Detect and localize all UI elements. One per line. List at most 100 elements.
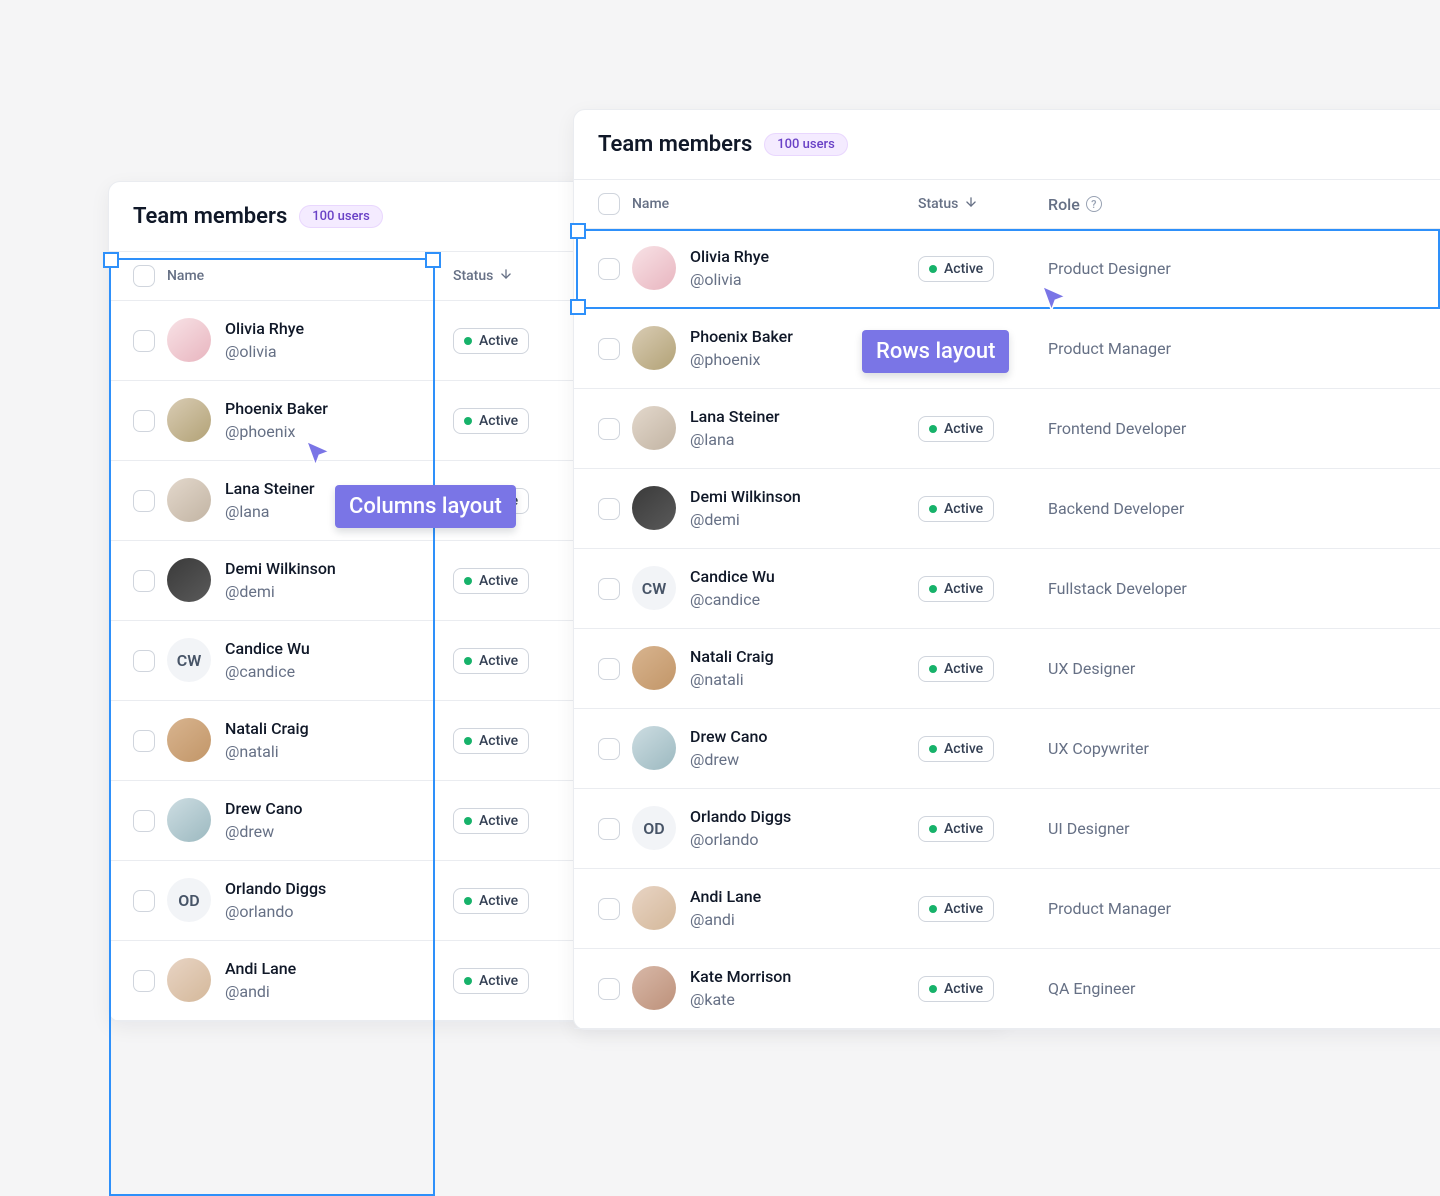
avatar <box>167 798 211 842</box>
status-label: Active <box>944 821 983 837</box>
column-status[interactable]: Status <box>918 195 1048 213</box>
row-checkbox[interactable] <box>598 738 620 760</box>
cell-name: Olivia Rhye@olivia <box>167 317 453 363</box>
row-checkbox-cell <box>598 258 632 280</box>
row-checkbox[interactable] <box>133 970 155 992</box>
row-checkbox[interactable] <box>598 418 620 440</box>
row-checkbox[interactable] <box>133 410 155 432</box>
user-name: Demi Wilkinson <box>225 557 336 581</box>
row-checkbox[interactable] <box>133 650 155 672</box>
table-row[interactable]: Drew Cano@drewActiveUX Copywriter <box>574 709 1440 789</box>
cell-name: ODOrlando Diggs@orlando <box>632 805 918 851</box>
avatar <box>632 326 676 370</box>
status-badge: Active <box>918 256 994 282</box>
table-row[interactable]: Andi Lane@andiActiveProduct Manager <box>574 869 1440 949</box>
row-checkbox[interactable] <box>598 898 620 920</box>
row-checkbox-cell <box>598 818 632 840</box>
table-row[interactable]: Kate Morrison@kateActiveQA Engineer <box>574 949 1440 1029</box>
status-badge: Active <box>918 816 994 842</box>
status-badge: Active <box>918 896 994 922</box>
row-checkbox[interactable] <box>133 490 155 512</box>
row-checkbox[interactable] <box>598 978 620 1000</box>
name-stack: Andi Lane@andi <box>225 957 296 1003</box>
arrow-down-icon <box>499 267 513 285</box>
user-handle: @orlando <box>690 829 791 851</box>
cursor-icon <box>1039 284 1069 314</box>
column-status-label: Status <box>918 196 958 212</box>
table-row[interactable]: Olivia Rhye@oliviaActiveProduct Designer <box>574 229 1440 309</box>
table-row[interactable]: Demi Wilkinson@demiActiveBackend Develop… <box>574 469 1440 549</box>
select-all-checkbox[interactable] <box>598 193 620 215</box>
status-badge: Active <box>918 416 994 442</box>
status-label: Active <box>944 981 983 997</box>
row-checkbox-cell <box>598 498 632 520</box>
cell-role: Product Manager <box>1048 339 1248 358</box>
row-checkbox[interactable] <box>133 810 155 832</box>
row-checkbox-cell <box>133 810 167 832</box>
row-checkbox[interactable] <box>598 258 620 280</box>
table-row[interactable]: CWCandice Wu@candiceActiveFullstack Deve… <box>574 549 1440 629</box>
status-badge: Active <box>918 736 994 762</box>
user-handle: @kate <box>690 989 791 1011</box>
row-checkbox[interactable] <box>598 658 620 680</box>
user-name: Natali Craig <box>225 717 309 741</box>
status-label: Active <box>944 661 983 677</box>
user-name: Olivia Rhye <box>225 317 304 341</box>
header-checkbox-cell <box>133 265 167 287</box>
select-all-checkbox[interactable] <box>133 265 155 287</box>
avatar <box>632 406 676 450</box>
avatar <box>167 318 211 362</box>
row-checkbox[interactable] <box>598 498 620 520</box>
column-name[interactable]: Name <box>632 196 918 212</box>
cell-name: Demi Wilkinson@demi <box>632 485 918 531</box>
avatar <box>632 726 676 770</box>
status-dot-icon <box>929 585 937 593</box>
avatar <box>632 646 676 690</box>
name-stack: Natali Craig@natali <box>225 717 309 763</box>
row-checkbox[interactable] <box>598 818 620 840</box>
status-badge: Active <box>453 568 529 594</box>
avatar <box>167 398 211 442</box>
name-stack: Olivia Rhye@olivia <box>225 317 304 363</box>
row-checkbox[interactable] <box>133 330 155 352</box>
status-label: Active <box>479 573 518 589</box>
column-name[interactable]: Name <box>167 268 453 284</box>
row-checkbox[interactable] <box>598 338 620 360</box>
user-handle: @demi <box>690 509 801 531</box>
status-badge: Active <box>918 656 994 682</box>
avatar <box>167 958 211 1002</box>
user-handle: @lana <box>225 501 315 523</box>
row-checkbox[interactable] <box>133 730 155 752</box>
status-label: Active <box>479 733 518 749</box>
row-checkbox[interactable] <box>133 890 155 912</box>
table-row[interactable]: Lana Steiner@lanaActiveFrontend Develope… <box>574 389 1440 469</box>
name-stack: Phoenix Baker@phoenix <box>225 397 328 443</box>
table-row[interactable]: Natali Craig@nataliActiveUX Designer <box>574 629 1440 709</box>
status-dot-icon <box>929 665 937 673</box>
status-label: Active <box>944 741 983 757</box>
table-row[interactable]: ODOrlando Diggs@orlandoActiveUI Designer <box>574 789 1440 869</box>
column-role[interactable]: Role ? <box>1048 195 1248 214</box>
user-count-badge: 100 users <box>299 205 383 228</box>
status-label: Active <box>479 653 518 669</box>
cell-role: Backend Developer <box>1048 499 1248 518</box>
status-badge: Active <box>453 888 529 914</box>
status-dot-icon <box>929 985 937 993</box>
user-handle: @olivia <box>690 269 769 291</box>
user-name: Orlando Diggs <box>225 877 326 901</box>
status-dot-icon <box>464 337 472 345</box>
help-icon[interactable]: ? <box>1086 196 1102 212</box>
cell-role: Fullstack Developer <box>1048 579 1248 598</box>
annotation-rows: Rows layout <box>862 330 1009 373</box>
status-dot-icon <box>464 897 472 905</box>
status-label: Active <box>479 813 518 829</box>
row-checkbox[interactable] <box>598 578 620 600</box>
name-stack: Candice Wu@candice <box>690 565 775 611</box>
user-handle: @olivia <box>225 341 304 363</box>
row-checkbox-cell <box>598 338 632 360</box>
status-badge: Active <box>918 976 994 1002</box>
cell-name: Olivia Rhye@olivia <box>632 245 918 291</box>
cell-status: Active <box>918 816 1048 842</box>
row-checkbox[interactable] <box>133 570 155 592</box>
cell-name: Andi Lane@andi <box>632 885 918 931</box>
